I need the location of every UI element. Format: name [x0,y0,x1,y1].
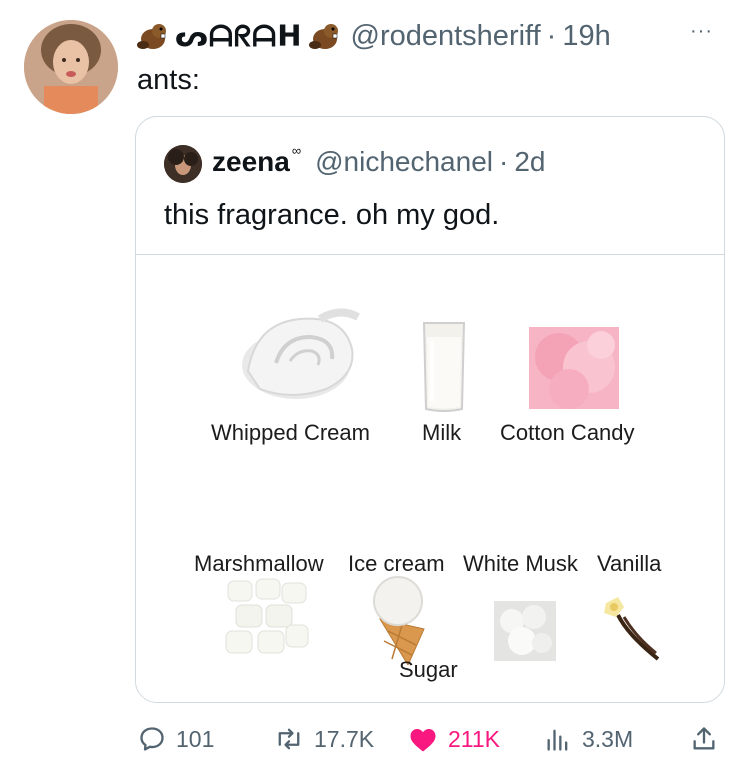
note-label-cotton-candy: Cotton Candy [500,420,635,445]
beaver-emoji-icon [137,21,169,51]
whipped-cream-image [242,308,360,399]
like-button[interactable]: 211K [408,725,500,753]
retweet-icon [278,728,300,750]
note-label-whipped-cream: Whipped Cream [211,420,370,445]
quoted-timestamp[interactable]: 2d [514,146,545,178]
white-musk-image [494,601,556,661]
tweet-actions-bar: 101 17.7K 211K 3.3M [0,715,750,765]
quoted-author-avatar[interactable] [164,145,202,183]
reply-button[interactable]: 101 [138,725,214,753]
share-icon [693,727,715,750]
note-label-white-musk: White Musk [463,551,578,576]
tweet-timestamp[interactable]: 19h [562,20,610,53]
reply-count: 101 [176,725,215,752]
author-display-name[interactable]: ᔕᗩᖇᗩᕼ [175,19,303,54]
author-handle[interactable]: @rodentsheriff [351,20,541,53]
views-icon [547,729,568,751]
quoted-media-image[interactable] [136,255,724,702]
author-avatar[interactable] [24,20,118,114]
heart-icon [410,729,436,752]
note-label-vanilla: Vanilla [597,551,662,576]
note-label-marshmallow: Marshmallow [194,551,324,576]
tweet-text: ants: [137,64,200,96]
quoted-handle[interactable]: @nichechanel [315,146,493,178]
retweet-button[interactable]: 17.7K [274,725,374,753]
quoted-display-name[interactable]: zeena [212,146,290,178]
views-count: 3.3M [582,725,634,752]
views-button[interactable]: 3.3M [544,725,633,753]
note-label-milk: Milk [422,420,462,445]
share-button[interactable] [690,725,728,753]
cotton-candy-image [529,327,619,409]
separator-dot: · [498,146,509,177]
beaver-emoji-icon [308,21,341,51]
quoted-name-suffix: ∞ [291,142,302,158]
tweet-header: ᔕᗩᖇᗩᕼ @rodentsheriff · 19h [137,16,611,56]
marshmallow-image [222,575,310,657]
ice-cream-image [373,576,425,665]
note-label-sugar: Sugar [399,657,458,682]
more-options-icon[interactable]: ··· [690,20,713,43]
note-label-ice-cream: Ice cream [348,551,445,576]
retweet-count: 17.7K [314,725,375,752]
quoted-tweet-card[interactable]: zeena ∞ @nichechanel · 2d this fragrance… [135,116,725,703]
like-count: 211K [448,725,501,752]
vanilla-image [604,597,660,661]
quoted-tweet-text: this fragrance. oh my god. [164,199,500,231]
reply-icon [140,727,164,751]
separator-dot: · [546,19,557,52]
quoted-tweet-header: zeena ∞ @nichechanel · 2d [212,142,545,178]
milk-glass-image [422,322,466,412]
